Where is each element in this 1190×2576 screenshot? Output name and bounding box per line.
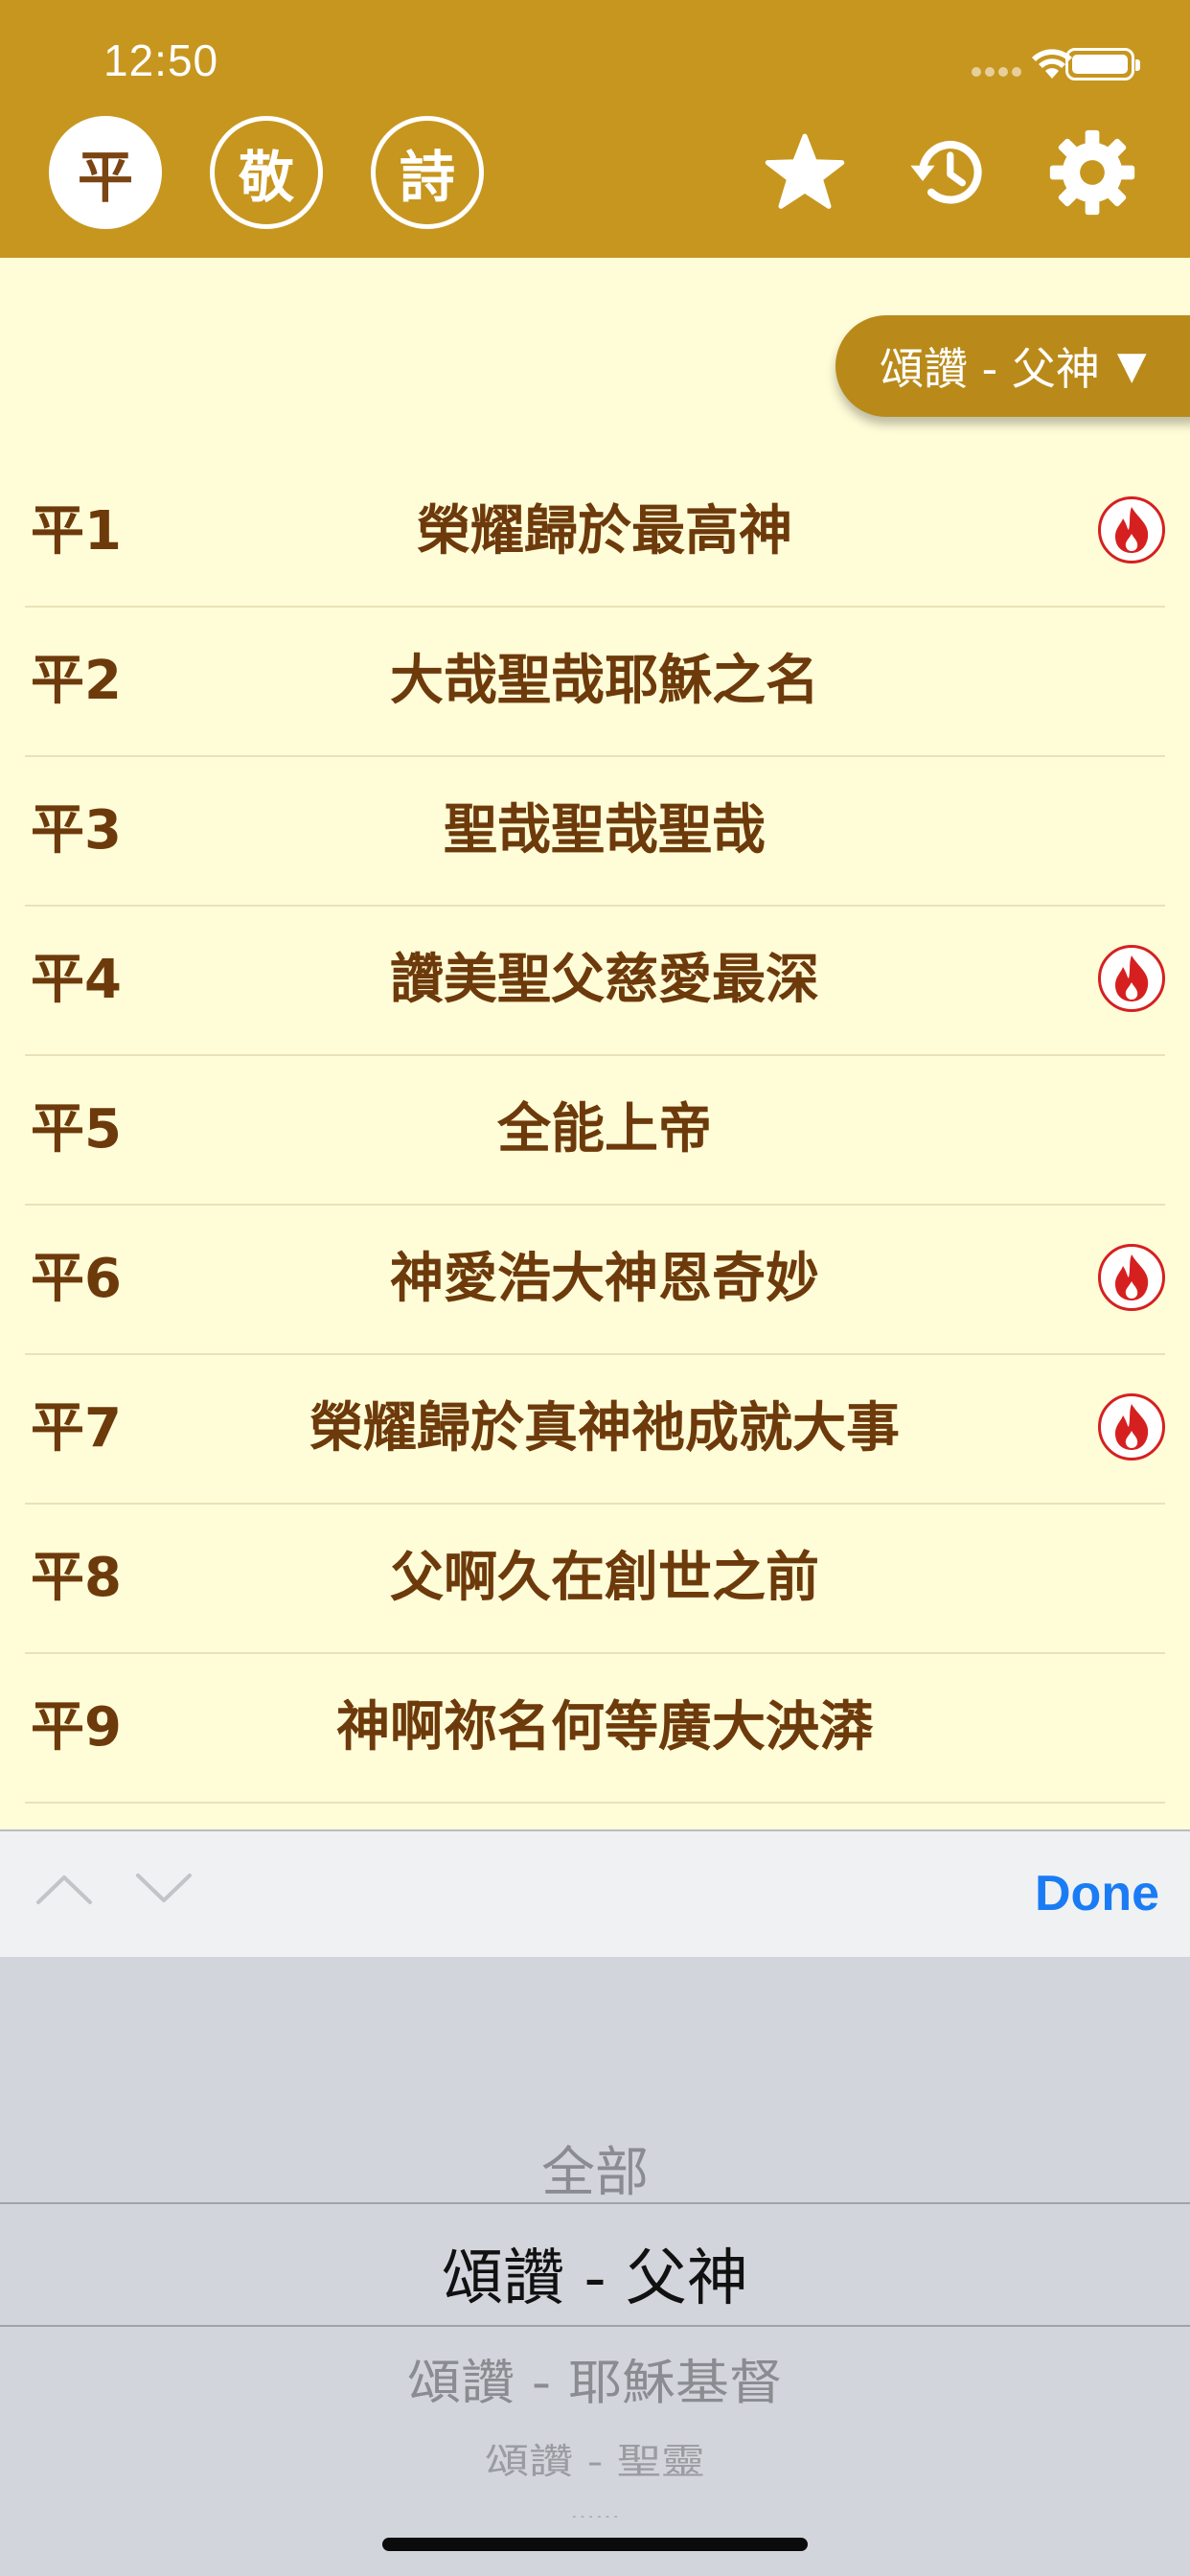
fire-icon [1098,1244,1165,1311]
hymn-title: 神啊祢名何等廣大泱漭 [336,1696,873,1759]
star-icon[interactable] [757,125,853,220]
hymn-title: 讚美聖父慈愛最深 [390,949,819,1011]
hymn-list: 平1 榮耀歸於最高神 平2 大哉聖哉耶穌之名 平3 聖哉聖哉聖哉 平4 讚美聖父… [0,458,1190,1804]
hymn-row[interactable]: 平9 神啊祢名何等廣大泱漭 [25,1654,1165,1804]
fire-icon [1098,496,1165,564]
status-time: 12:50 [103,35,219,85]
hymn-row[interactable]: 平6 神愛浩大神恩奇妙 [25,1206,1165,1355]
hymn-row[interactable]: 平2 大哉聖哉耶穌之名 [25,608,1165,757]
hymn-row[interactable]: 平3 聖哉聖哉聖哉 [25,757,1165,907]
chevron-up-icon[interactable] [34,1870,94,1908]
hymn-row[interactable]: 平4 讚美聖父慈愛最深 [25,907,1165,1056]
gear-icon[interactable] [1044,125,1140,220]
home-indicator [382,2538,808,2551]
hymn-title: 全能上帝 [497,1098,712,1161]
hymn-row[interactable]: 平8 父啊久在創世之前 [25,1505,1165,1654]
filter-label: 頌讚 - 父神 [880,343,1100,395]
mode-button-ping[interactable]: 平 [49,116,162,229]
category-picker[interactable]: 全部 頌讚 - 父神 頌讚 - 耶穌基督 頌讚 - 聖靈 …… [0,1957,1190,2576]
picker-option[interactable]: 全部 [0,2129,1190,2207]
picker-option[interactable]: 頌讚 - 耶穌基督 [0,2344,1190,2414]
hymn-title: 榮耀歸於最高神 [417,500,792,563]
battery-icon [1065,48,1140,80]
hymn-title: 大哉聖哉耶穌之名 [390,650,819,712]
mode-button-shi[interactable]: 詩 [371,116,484,229]
hymn-row[interactable]: 平5 全能上帝 [25,1056,1165,1206]
signal-icon [972,67,1021,77]
hymn-row[interactable]: 平1 榮耀歸於最高神 [25,458,1165,608]
hymn-title: 榮耀歸於真神祂成就大事 [309,1397,900,1460]
hymn-title: 聖哉聖哉聖哉 [444,799,766,862]
mode-button-jing[interactable]: 敬 [210,116,323,229]
done-button[interactable]: Done [1035,1831,1159,1957]
picker-selection-line-bottom [0,2325,1190,2327]
picker-option[interactable]: 頌讚 - 聖靈 [0,2434,1190,2485]
app-header: 12:50 平 敬 詩 [0,0,1190,258]
picker-option-selected[interactable]: 頌讚 - 父神 [0,2229,1190,2317]
fire-icon [1098,1393,1165,1460]
hymn-title: 父啊久在創世之前 [390,1547,819,1609]
picker-option[interactable]: …… [0,2507,1190,2521]
category-filter-button[interactable]: 頌讚 - 父神 ▼ [835,315,1190,417]
picker-toolbar: Done [0,1829,1190,1957]
chevron-down-icon[interactable] [134,1870,194,1908]
fire-icon [1098,945,1165,1012]
dropdown-arrow-icon: ▼ [1116,344,1147,388]
history-icon[interactable] [901,125,996,220]
hymn-title: 神愛浩大神恩奇妙 [390,1248,819,1310]
hymn-row[interactable]: 平7 榮耀歸於真神祂成就大事 [25,1355,1165,1505]
